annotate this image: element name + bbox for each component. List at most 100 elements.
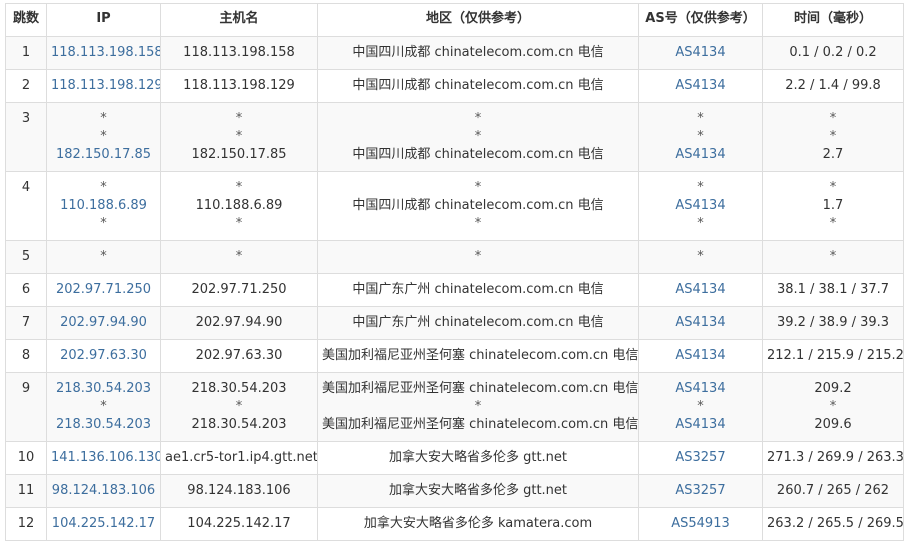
timeout-marker: * [697,129,704,144]
time-value: 209.6 [814,417,852,432]
table-body: 1 118.113.198.158 118.113.198.158 中国四川成都 ch… [5,36,904,541]
host-value: 118.113.198.158 [183,45,295,60]
host-value: ae1.cr5-tor1.ip4.gtt.net [165,450,318,465]
ip-link[interactable]: 202.97.71.250 [51,281,156,299]
as-link[interactable]: AS4134 [643,380,758,398]
as-link[interactable]: AS4134 [643,281,758,299]
timeout-marker: * [235,399,243,414]
timeout-marker: * [697,399,704,414]
ip-cell: 118.113.198.129 [46,69,161,103]
region-value: 中国四川成都 chinatelecom.com.cn 电信 [352,147,604,162]
as-link[interactable]: AS4134 [643,347,758,365]
as-link[interactable]: AS3257 [643,449,758,467]
ip-cell: * [46,240,161,274]
time-cell: 39.2 / 38.9 / 39.3 [762,306,904,340]
ip-cell: 118.113.198.158 [46,36,161,70]
region-cell: 中国广东广州 chinatelecom.com.cn 电信 [317,273,639,307]
ip-cell: 141.136.106.130 [46,441,161,475]
region-value: 中国广东广州 chinatelecom.com.cn 电信 [352,315,604,330]
as-number-cell: AS54913 [638,507,763,541]
host-value: 202.97.71.250 [191,282,287,297]
time-cell: * [762,240,904,274]
hostname-cell: 98.124.183.106 [160,474,318,508]
region-cell: 加拿大安大略省多伦多 gtt.net [317,474,639,508]
ip-cell: 104.225.142.17 [46,507,161,541]
as-link[interactable]: AS4134 [643,44,758,62]
region-cell: 中国四川成都 chinatelecom.com.cn 电信 [317,36,639,70]
header-as: AS号（仅供参考） [638,3,763,37]
time-value: 38.1 / 38.1 / 37.7 [776,282,890,297]
ip-link[interactable]: 218.30.54.203 [51,380,156,398]
region-value: 加拿大安大略省多伦多 gtt.net [388,483,568,498]
timeout-marker: * [474,129,482,144]
timeout-marker: * [100,249,107,264]
table-row: 9 218.30.54.203 * 218.30.54.203 218.30.54.20… [5,372,904,442]
hop-cell: 12 [5,507,47,541]
timeout-marker: * [829,129,837,144]
region-value: 美国加利福尼亚州圣何塞 chinatelecom.com.cn 电信 [322,417,639,432]
ip-link[interactable]: 110.188.6.89 [51,197,156,215]
as-link[interactable]: AS4134 [643,314,758,332]
as-link[interactable]: AS3257 [643,482,758,500]
hop-cell: 8 [5,339,47,373]
as-number-cell: AS4134 [638,36,763,70]
as-number-cell: AS3257 [638,441,763,475]
region-value: 美国加利福尼亚州圣何塞 chinatelecom.com.cn 电信 [322,381,639,396]
ip-link[interactable]: 182.150.17.85 [51,146,156,164]
table-row: 8 202.97.63.30 202.97.63.30 美国加利福尼亚州圣何塞 chi… [5,339,904,373]
as-link[interactable]: AS54913 [643,515,758,533]
hostname-cell: 218.30.54.203 * 218.30.54.203 [160,372,318,442]
region-cell: 美国加利福尼亚州圣何塞 chinatelecom.com.cn 电信 * 美国加利福… [317,372,639,442]
time-value: 263.2 / 265.5 / 269.5 [767,516,904,531]
as-number-cell: * * AS4134 [638,102,763,172]
ip-link[interactable]: 141.136.106.130 [51,449,160,467]
ip-link[interactable]: 98.124.183.106 [51,482,156,500]
timeout-marker: * [697,180,704,195]
header-host: 主机名 [160,3,318,37]
hop-cell: 3 [5,102,47,172]
as-link[interactable]: AS4134 [643,197,758,215]
timeout-marker: * [697,216,704,231]
hostname-cell: * * 182.150.17.85 [160,102,318,172]
ip-link[interactable]: 118.113.198.158 [51,44,160,62]
ip-link[interactable]: 218.30.54.203 [51,416,156,434]
ip-cell: 218.30.54.203 * 218.30.54.203 [46,372,161,442]
time-cell: 209.2 * 209.6 [762,372,904,442]
as-link[interactable]: AS4134 [643,77,758,95]
ip-cell: 98.124.183.106 [46,474,161,508]
table-row: 3 * * 182.150.17.85 * * 182.150.17.85 * * 中国四川成都 … [5,102,904,172]
region-cell: * * 中国四川成都 chinatelecom.com.cn 电信 [317,102,639,172]
as-link[interactable]: AS4134 [643,416,758,434]
timeout-marker: * [235,249,243,264]
region-value: 加拿大安大略省多伦多 gtt.net [388,450,568,465]
ip-link[interactable]: 202.97.63.30 [51,347,156,365]
time-cell: * 1.7 * [762,171,904,241]
table-row: 4 * 110.188.6.89 * * 110.188.6.89 * * 中国四川成都 chi… [5,171,904,241]
timeout-marker: * [235,180,243,195]
region-value: 中国四川成都 chinatelecom.com.cn 电信 [352,198,604,213]
timeout-marker: * [829,180,837,195]
region-cell: 中国四川成都 chinatelecom.com.cn 电信 [317,69,639,103]
as-number-cell: AS4134 [638,306,763,340]
as-link[interactable]: AS4134 [643,146,758,164]
header-hop: 跳数 [5,3,47,37]
as-number-cell: AS4134 [638,339,763,373]
timeout-marker: * [474,111,482,126]
ip-link[interactable]: 202.97.94.90 [51,314,156,332]
table-row: 12 104.225.142.17 104.225.142.17 加拿大安大略省多伦多… [5,507,904,541]
ip-cell: * 110.188.6.89 * [46,171,161,241]
table-row: 10 141.136.106.130 ae1.cr5-tor1.ip4.gtt.ne… [5,441,904,475]
ip-link[interactable]: 118.113.198.129 [51,77,160,95]
host-value: 110.188.6.89 [195,198,283,213]
hop-cell: 1 [5,36,47,70]
timeout-marker: * [829,399,837,414]
timeout-marker: * [474,216,482,231]
time-cell: 212.1 / 215.9 / 215.2 [762,339,904,373]
region-cell: 加拿大安大略省多伦多 gtt.net [317,441,639,475]
hop-cell: 5 [5,240,47,274]
table-row: 6 202.97.71.250 202.97.71.250 中国广东广州 chinat… [5,273,904,307]
time-value: 1.7 [822,198,844,213]
time-value: 0.1 / 0.2 / 0.2 [789,45,877,60]
ip-link[interactable]: 104.225.142.17 [51,515,156,533]
time-value: 2.2 / 1.4 / 99.8 [785,78,881,93]
